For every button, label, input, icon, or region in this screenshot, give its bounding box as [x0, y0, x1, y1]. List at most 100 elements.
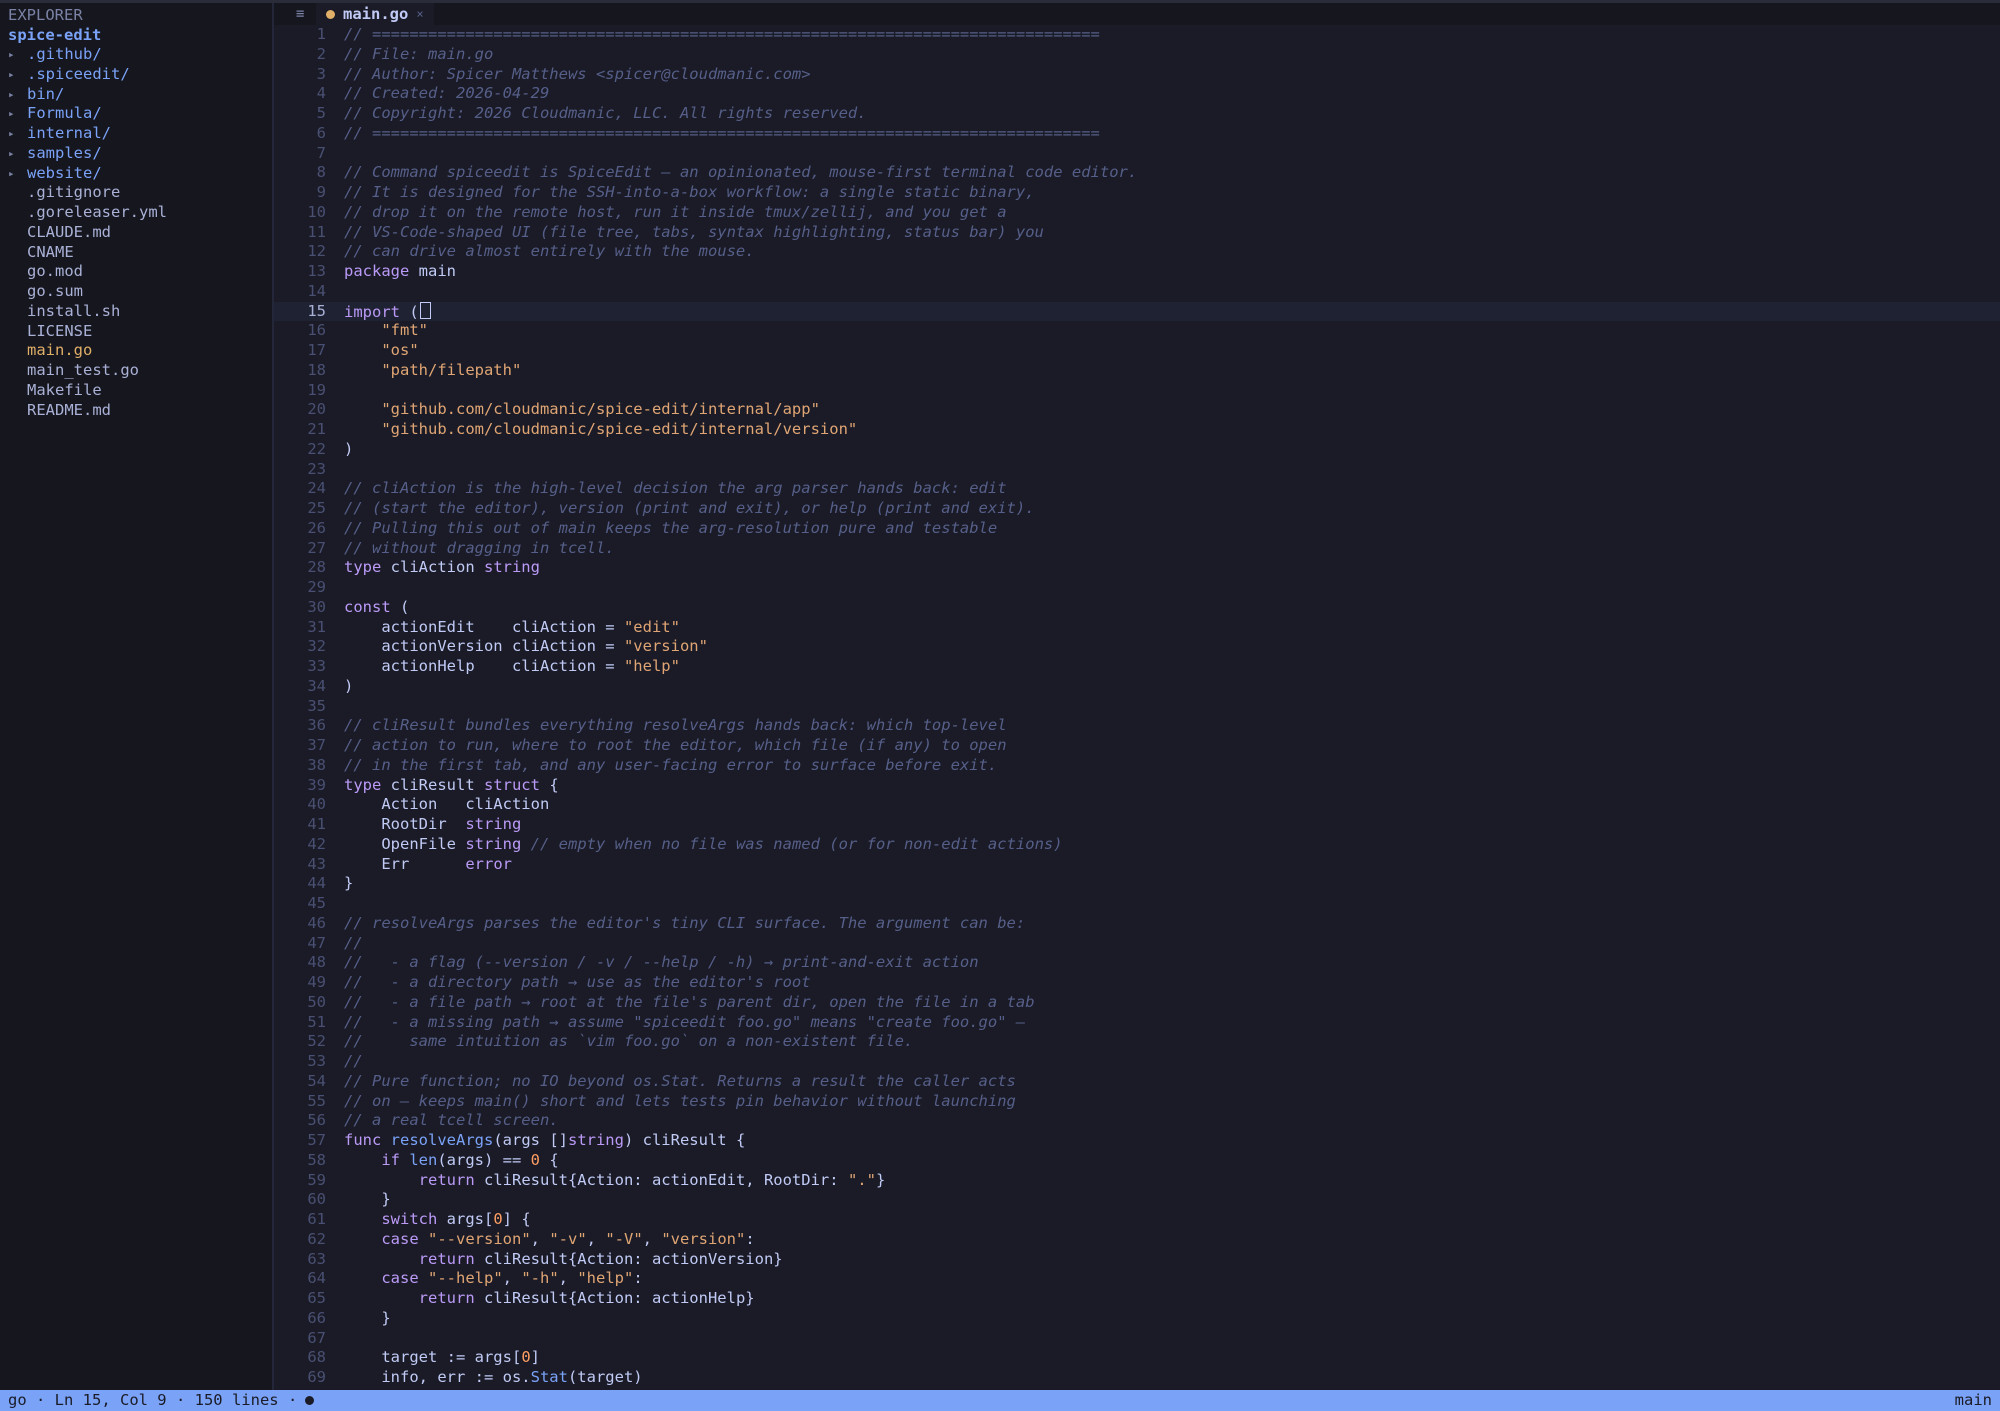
tab-main-go[interactable]: main.go ×: [316, 3, 434, 25]
code-line[interactable]: 29: [274, 578, 2000, 598]
code-line[interactable]: 39 type cliResult struct {: [274, 776, 2000, 796]
code-line[interactable]: 21 "github.com/cloudmanic/spice-edit/int…: [274, 420, 2000, 440]
code-line[interactable]: 66 }: [274, 1309, 2000, 1329]
code-line[interactable]: 62 case "--version", "-v", "-V", "versio…: [274, 1230, 2000, 1250]
tree-file[interactable]: LICENSE: [0, 322, 272, 342]
tree-file[interactable]: go.mod: [0, 262, 272, 282]
code-line[interactable]: 25 // (start the editor), version (print …: [274, 499, 2000, 519]
code-line[interactable]: 68 target := args[0]: [274, 1348, 2000, 1368]
code-line[interactable]: 27 // without dragging in tcell.: [274, 539, 2000, 559]
tree-file[interactable]: main_test.go: [0, 361, 272, 381]
code-line[interactable]: 36 // cliResult bundles everything resolv…: [274, 716, 2000, 736]
code-line[interactable]: 33 actionHelp cliAction = "help": [274, 657, 2000, 677]
code-line[interactable]: 15 import (: [274, 301, 2000, 322]
code-line[interactable]: 46 // resolveArgs parses the editor's tin…: [274, 914, 2000, 934]
code-line[interactable]: 41 RootDir string: [274, 815, 2000, 835]
code-line[interactable]: 24 // cliAction is the high-level decisio…: [274, 479, 2000, 499]
code-line[interactable]: 64 case "--help", "-h", "help":: [274, 1269, 2000, 1289]
code-line[interactable]: 51 // - a missing path → assume "spiceedi…: [274, 1013, 2000, 1033]
code-line[interactable]: 19: [274, 381, 2000, 401]
code-line[interactable]: 69 info, err := os.Stat(target): [274, 1368, 2000, 1388]
code-line[interactable]: 28 type cliAction string: [274, 558, 2000, 578]
code-line[interactable]: 63 return cliResult{Action: actionVersio…: [274, 1250, 2000, 1270]
code-line[interactable]: 35: [274, 697, 2000, 717]
code-line[interactable]: 2 // File: main.go: [274, 45, 2000, 65]
code-line[interactable]: 6 // ====================================…: [274, 124, 2000, 144]
tree-file[interactable]: CLAUDE.md: [0, 223, 272, 243]
code-line[interactable]: 20 "github.com/cloudmanic/spice-edit/int…: [274, 400, 2000, 420]
project-root[interactable]: spice-edit: [8, 25, 101, 45]
code-line[interactable]: 31 actionEdit cliAction = "edit": [274, 618, 2000, 638]
code-line[interactable]: 42 OpenFile string // empty when no file…: [274, 835, 2000, 855]
tree-file[interactable]: install.sh: [0, 302, 272, 322]
code-line[interactable]: 67: [274, 1329, 2000, 1349]
code-line[interactable]: 3 // Author: Spicer Matthews <spicer@clou…: [274, 65, 2000, 85]
tree-file[interactable]: CNAME: [0, 243, 272, 263]
code-line[interactable]: 59 return cliResult{Action: actionEdit, …: [274, 1171, 2000, 1191]
code-token: ,: [586, 1229, 606, 1248]
code-line[interactable]: 61 switch args[0] {: [274, 1210, 2000, 1230]
code-line[interactable]: 40 Action cliAction: [274, 795, 2000, 815]
tree-folder[interactable]: ▸ bin/: [0, 85, 272, 105]
close-icon[interactable]: ×: [416, 3, 423, 25]
code-line[interactable]: 65 return cliResult{Action: actionHelp}: [274, 1289, 2000, 1309]
line-number: 16: [307, 321, 326, 340]
code-line[interactable]: 16 "fmt": [274, 321, 2000, 341]
hamburger-menu-icon[interactable]: ≡: [296, 4, 304, 24]
code-line[interactable]: 45: [274, 894, 2000, 914]
code-line[interactable]: 11 // VS-Code-shaped UI (file tree, tabs,…: [274, 223, 2000, 243]
code-line[interactable]: 5 // Copyright: 2026 Cloudmanic, LLC. All…: [274, 104, 2000, 124]
code-line[interactable]: 38 // in the first tab, and any user-faci…: [274, 756, 2000, 776]
code-line[interactable]: 43 Err error: [274, 855, 2000, 875]
code-line[interactable]: 4 // Created: 2026-04-29: [274, 84, 2000, 104]
code-line[interactable]: 22): [274, 440, 2000, 460]
code-token: args[: [437, 1210, 494, 1228]
code-line[interactable]: 48 // - a flag (--version / -v / --help /…: [274, 953, 2000, 973]
code-line[interactable]: 44}: [274, 874, 2000, 894]
code-token: target := args[: [344, 1348, 522, 1367]
code-line[interactable]: 56 // a real tcell screen.: [274, 1111, 2000, 1131]
tree-folder[interactable]: ▸ Formula/: [0, 104, 272, 124]
code-line[interactable]: 18 "path/filepath": [274, 361, 2000, 381]
tree-file[interactable]: README.md: [0, 401, 272, 421]
code-line[interactable]: 52 // same intuition as `vim foo.go` on a…: [274, 1032, 2000, 1052]
code-line[interactable]: 9 // It is designed for the SSH-into-a-bo…: [274, 183, 2000, 203]
tree-folder[interactable]: ▸ .github/: [0, 45, 272, 65]
code-line[interactable]: 12 // can drive almost entirely with the …: [274, 242, 2000, 262]
code-line[interactable]: 57 func resolveArgs(args []string) cliRes…: [274, 1131, 2000, 1151]
tree-file[interactable]: Makefile: [0, 381, 272, 401]
code-line[interactable]: 26 // Pulling this out of main keeps the …: [274, 519, 2000, 539]
tree-folder[interactable]: ▸ .spiceedit/: [0, 65, 272, 85]
code-line[interactable]: 55 // on — keeps main() short and lets te…: [274, 1092, 2000, 1112]
code-line[interactable]: 34): [274, 677, 2000, 697]
code-line[interactable]: 13 package main: [274, 262, 2000, 282]
line-number: 18: [307, 360, 326, 379]
code-line[interactable]: 14: [274, 282, 2000, 302]
code-line[interactable]: 30 const (: [274, 598, 2000, 618]
code-line[interactable]: 50 // - a file path → root at the file's …: [274, 993, 2000, 1013]
code-line[interactable]: 32 actionVersion cliAction = "version": [274, 637, 2000, 657]
tree-file[interactable]: main.go: [0, 341, 272, 361]
code-line[interactable]: 60 }: [274, 1190, 2000, 1210]
code-line[interactable]: 1 // ====================================…: [274, 25, 2000, 45]
tree-file[interactable]: go.sum: [0, 282, 272, 302]
tree-folder[interactable]: ▸ samples/: [0, 144, 272, 164]
tree-file[interactable]: .goreleaser.yml: [0, 203, 272, 223]
code-line[interactable]: 54 // Pure function; no IO beyond os.Stat…: [274, 1072, 2000, 1092]
code-line[interactable]: 17 "os": [274, 341, 2000, 361]
code-line[interactable]: 8 // Command spiceedit is SpiceEdit — an …: [274, 163, 2000, 183]
code-line[interactable]: 47 //: [274, 934, 2000, 954]
code-line[interactable]: 10 // drop it on the remote host, run it …: [274, 203, 2000, 223]
code-line[interactable]: 7: [274, 144, 2000, 164]
code-token: :: [633, 1269, 643, 1288]
code-line[interactable]: 49 // - a directory path → use as the edi…: [274, 973, 2000, 993]
tree-file[interactable]: .gitignore: [0, 183, 272, 203]
code-token: "-h": [521, 1269, 559, 1288]
code-line[interactable]: 23: [274, 460, 2000, 480]
code-line[interactable]: 53 //: [274, 1052, 2000, 1072]
tree-folder[interactable]: ▸ internal/: [0, 124, 272, 144]
code-line[interactable]: 58 if len(args) == 0 {: [274, 1151, 2000, 1171]
code-line[interactable]: 37 // action to run, where to root the ed…: [274, 736, 2000, 756]
code-area[interactable]: 1 // ====================================…: [274, 25, 2000, 1388]
tree-folder[interactable]: ▸ website/: [0, 164, 272, 184]
